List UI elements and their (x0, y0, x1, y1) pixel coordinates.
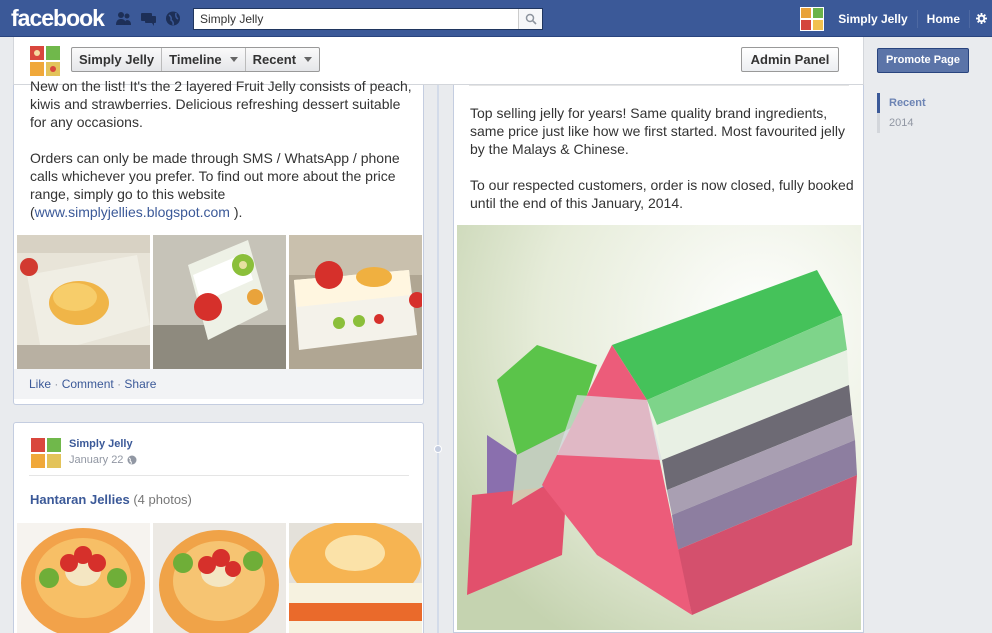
author-avatar[interactable] (30, 437, 62, 469)
post-text-paragraph: To our respected customers, order is now… (470, 177, 854, 211)
like-link[interactable]: Like (29, 377, 51, 391)
page-name-button[interactable]: Simply Jelly (72, 48, 163, 71)
jelly-photo[interactable] (289, 523, 422, 633)
recent-label: Recent (252, 52, 297, 67)
jelly-photo[interactable] (17, 235, 150, 369)
chevron-down-icon (229, 57, 238, 62)
post-card: Simply Jelly January 22 Hantaran Jellies… (13, 422, 424, 633)
admin-panel-button[interactable]: Admin Panel (741, 47, 839, 72)
home-link[interactable]: Home (918, 12, 969, 26)
notifications-globe-icon[interactable] (165, 11, 182, 26)
timeline-nav-buttons: Simply Jelly Timeline Recent (71, 47, 321, 72)
photo-grid (17, 523, 422, 633)
jelly-photo[interactable] (153, 235, 286, 369)
search-button[interactable] (518, 9, 542, 29)
top-bar: facebook Simply Jelly Home (0, 0, 992, 37)
timeline-label: Timeline (169, 52, 222, 67)
post-text: New on the list! It's the 2 layered Frui… (30, 77, 415, 239)
post-date: January 22 (69, 454, 137, 466)
jelly-photo[interactable] (289, 235, 422, 369)
blog-link[interactable]: www.simplyjellies.blogspot.com (35, 204, 230, 220)
album-link[interactable]: Hantaran Jellies (30, 492, 130, 507)
comment-link[interactable]: Comment (62, 377, 114, 391)
search-icon (525, 13, 537, 25)
divider (469, 85, 849, 86)
facebook-logo[interactable]: facebook (11, 5, 105, 32)
settings-gear-icon[interactable] (970, 13, 992, 24)
profile-link[interactable]: Simply Jelly (829, 12, 916, 26)
timeline-spine (437, 85, 439, 633)
post-card: Top selling jelly for years! Same qualit… (453, 85, 864, 633)
post-text-paragraph: Top selling jelly for years! Same qualit… (470, 105, 846, 157)
search-input[interactable] (194, 9, 514, 29)
jelly-photo[interactable] (153, 523, 286, 633)
search-box (193, 8, 543, 30)
timeline-scrubber: Recent 2014 (877, 93, 926, 133)
post-text-line: New on the list! It's the 2 layered Frui… (30, 78, 366, 94)
author-name[interactable]: Simply Jelly (69, 438, 133, 450)
post-actions: Like · Comment · Share (14, 369, 423, 399)
scrubber-item-recent[interactable]: Recent (877, 93, 926, 113)
share-link[interactable]: Share (124, 377, 156, 391)
page-profile-picture[interactable] (29, 45, 61, 77)
public-globe-icon (127, 455, 137, 465)
divider (29, 475, 409, 476)
jelly-photo[interactable] (17, 523, 150, 633)
chevron-down-icon (304, 57, 313, 62)
promote-page-button[interactable]: Promote Page (877, 48, 969, 73)
scrubber-item-2014[interactable]: 2014 (877, 113, 926, 133)
photo-grid (17, 235, 422, 369)
link-tail: ). (229, 204, 243, 220)
page-avatar[interactable] (800, 6, 825, 31)
timeline-dropdown[interactable]: Timeline (162, 48, 246, 71)
layered-jelly-photo[interactable] (457, 225, 861, 630)
top-right-nav: Simply Jelly Home (800, 0, 992, 37)
page-name-label: Simply Jelly (79, 52, 155, 67)
album-photo-count: (4 photos) (133, 492, 192, 507)
album-title: Hantaran Jellies (4 photos) (30, 492, 192, 507)
recent-dropdown[interactable]: Recent (246, 48, 319, 71)
post-card: New on the list! It's the 2 layered Frui… (13, 78, 424, 405)
post-text: Top selling jelly for years! Same qualit… (470, 104, 855, 230)
post-date-text[interactable]: January 22 (69, 454, 123, 466)
messages-icon[interactable] (140, 11, 157, 26)
separator: · (54, 377, 59, 391)
separator: · (117, 377, 122, 391)
friend-requests-icon[interactable] (115, 11, 132, 26)
timeline-marker (434, 445, 442, 453)
